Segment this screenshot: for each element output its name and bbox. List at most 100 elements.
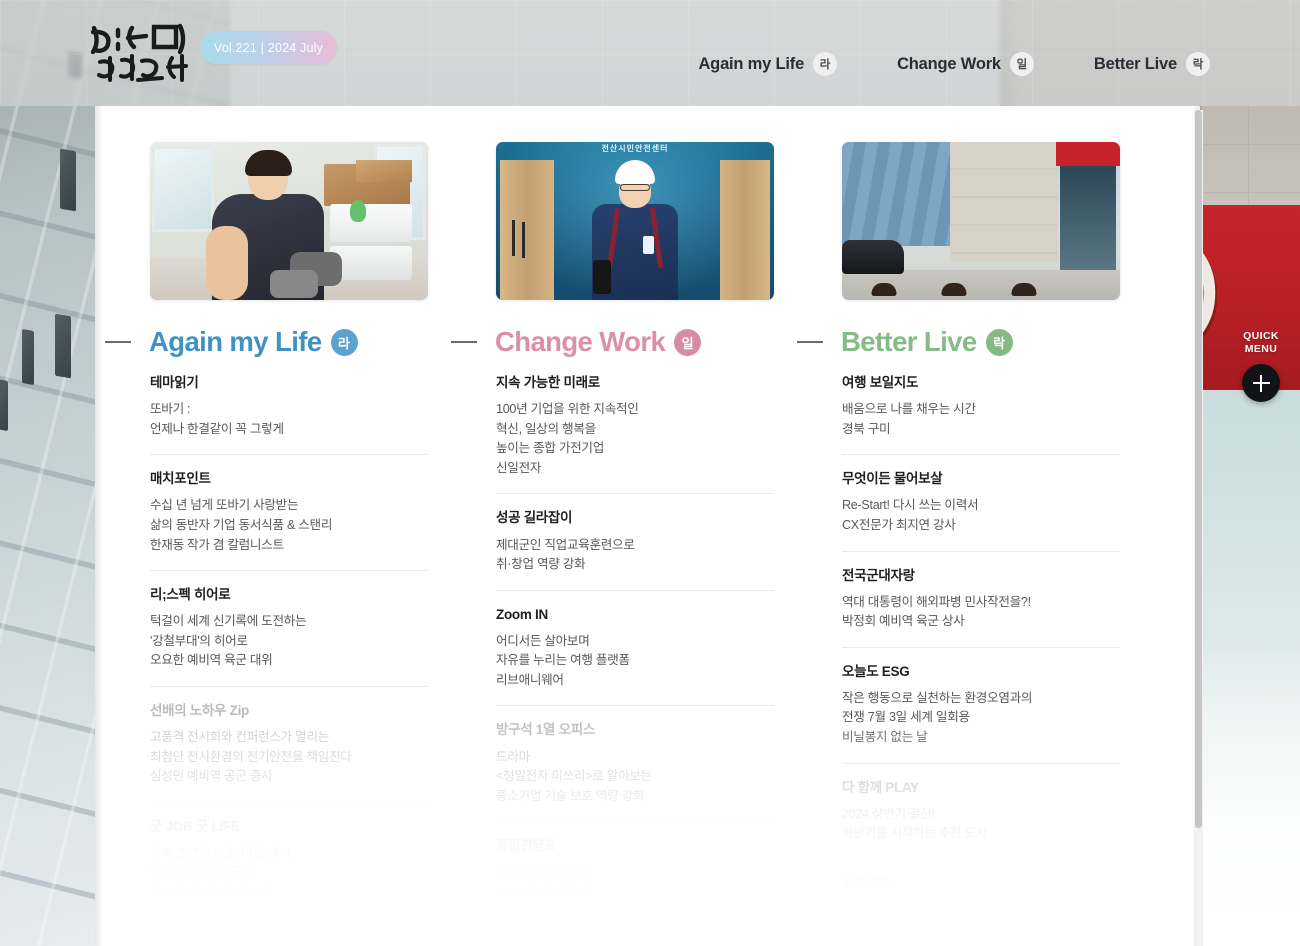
article-line: 혁신, 일상의 행복을 — [496, 421, 596, 436]
site-header: Vol.221 | 2024 July Again my Life 라 Chan… — [0, 0, 1300, 106]
article-line: 자유를 누리는 여행 플랫폼 — [496, 653, 630, 668]
article-title: 굿 JOB 굿 LIFE — [150, 818, 240, 834]
article-line: 유튜브가 도와줄게! — [496, 884, 593, 899]
quick-menu-label: QUICK MENU — [1243, 330, 1279, 356]
article-description: 역대 대통령이 해외파병 민사작전을?! 박정회 예비역 육군 상사 — [842, 593, 1120, 632]
article-line: 完生(완생)을 꿈꾸다 — [150, 865, 254, 880]
column-thumbnail-again-my-life[interactable] — [150, 142, 428, 300]
section-badge: 라 — [330, 328, 358, 356]
article-line: 어디서든 살아보며 — [496, 633, 590, 648]
article-item[interactable]: 방구석 1열 오피스 드라마 <청일전자 미쓰리>로 알아보는 중소기업 기술 … — [496, 721, 774, 823]
nav-item-again-my-life[interactable]: Again my Life 라 — [698, 52, 838, 76]
article-item[interactable]: 테마읽기 또바기 : 언제나 한결같이 꼭 그렇게 — [150, 374, 428, 456]
page-scrollbar[interactable] — [1194, 110, 1203, 946]
article-item[interactable]: 오늘도 ESG 작은 행동으로 실천하는 환경오염과의 전쟁 7월 3일 세계 … — [842, 663, 1120, 764]
article-line: 중소기업 기술 보호 역량 강화 — [496, 788, 645, 803]
article-description: 100년 기업을 위한 지속적인 혁신, 일상의 행복을 높이는 종합 가전기업… — [496, 400, 774, 478]
article-line: 작은 행동으로 실천하는 환경오염과의 — [842, 690, 1033, 705]
article-item[interactable]: 다 함께 PLAY 2024 상반기 결산! 하반기를 시작하는 추천 도서 — [842, 779, 1120, 860]
article-line: 리브애니웨어 — [496, 672, 564, 687]
quick-menu-plus-icon[interactable] — [1242, 364, 1280, 403]
article-line: 또바기 : — [150, 402, 191, 417]
article-title: 지속 가능한 미래로 — [496, 375, 600, 390]
article-title: Zoom IN — [496, 606, 548, 622]
main-navigation: Again my Life 라 Change Work 일 Better Liv… — [698, 52, 1210, 76]
article-description: 턱걸이 세계 신기록에 도전하는 '강철부대'의 히어로 오요한 예비역 육군 … — [150, 612, 428, 671]
article-description: Re-Start! 다시 쓰는 이력서 CX전문가 최지연 강사 — [842, 496, 1120, 535]
section-title: Better Live — [841, 326, 977, 357]
article-line: 오요한 예비역 육군 대위 — [150, 653, 273, 668]
nav-item-better-live[interactable]: Better Live 락 — [1094, 52, 1210, 76]
quick-menu-label-line2: MENU — [1244, 343, 1278, 356]
column-better-live: Better Live 락 여행 보일지도 배움으로 나를 채우는 시간 경북 … — [797, 142, 1120, 946]
issue-columns: Again my Life 라 테마읽기 또바기 : 언제나 한결같이 꼭 그렇… — [95, 106, 1200, 946]
article-description: 내 꿈은 '내 집 마련', 유튜브가 도와줄게! 부동산 정보 유튜브 추천 — [496, 863, 774, 922]
article-line: 신일전자 — [496, 460, 542, 475]
column-thumbnail-change-work[interactable]: 전산시민안전센터 — [496, 142, 774, 300]
quick-menu-label-line1: QUICK — [1243, 330, 1279, 342]
article-title: 성공 길라잡이 — [496, 510, 573, 526]
article-line: 비닐봉지 없는 날 — [842, 730, 928, 744]
article-item[interactable]: 전국군대자랑 역대 대통령이 해외파병 민사작전을?! 박정회 예비역 육군 상… — [842, 567, 1120, 648]
article-line: '강철부대'의 히어로 — [150, 633, 248, 648]
article-list-again-my-life: 테마읽기 또바기 : 언제나 한결같이 꼭 그렇게 매치포인트 수십 년 넘게 … — [150, 374, 428, 917]
article-line: 수십 년 넘게 또바기 사랑받는 — [150, 498, 299, 513]
quick-menu: QUICK MENU — [1230, 330, 1292, 403]
heading-rule — [451, 341, 477, 343]
article-item[interactable]: Zoom IN 어디서든 살아보며 자유를 누리는 여행 플랫폼 리브애니웨어 — [496, 606, 774, 707]
nav-badge: 라 — [813, 52, 838, 76]
article-item[interactable]: 선배의 노하우 Zip 고품격 전시회와 컨퍼런스가 열리는 최첨단 전시환경의… — [150, 702, 428, 803]
article-line: 역대 대통령이 해외파병 민사작전을?! — [842, 594, 1031, 609]
column-again-my-life: Again my Life 라 테마읽기 또바기 : 언제나 한결같이 꼭 그렇… — [105, 142, 428, 946]
site-logo[interactable] — [88, 22, 198, 84]
article-line: 부동산 정보 유튜브 추천 — [496, 904, 619, 919]
article-line: 박정회 예비역 육군 상사 — [842, 614, 965, 629]
article-description: 수십 년 넘게 또바기 사랑받는 삶의 동반자 기업 동서식품 & 스탠리 한재… — [150, 496, 428, 555]
section-badge: 일 — [674, 328, 702, 356]
article-item[interactable]: 굿 JOB 굿 LIFE 사회 초년생 未生(미생)에서 完生(완생)을 꿈꾸다… — [150, 818, 428, 918]
article-title: 테마읽기 — [150, 375, 199, 390]
article-item[interactable]: 리;스펙 히어로 턱걸이 세계 신기록에 도전하는 '강철부대'의 히어로 오요… — [150, 586, 428, 687]
article-line: CX전문가 최지연 강사 — [842, 517, 956, 532]
nav-badge: 락 — [1186, 52, 1210, 76]
article-line: 배움으로 나를 채우는 시간 — [842, 402, 976, 417]
nav-item-change-work[interactable]: Change Work 일 — [897, 52, 1034, 76]
article-description: 배움으로 나를 채우는 시간 경북 구미 — [842, 400, 1120, 439]
section-badge: 락 — [985, 328, 1013, 356]
article-item[interactable]: 무엇이든 물어보살 Re-Start! 다시 쓰는 이력서 CX전문가 최지연 … — [842, 470, 1120, 552]
article-line: 고품격 전시회와 컨퍼런스가 열리는 — [150, 730, 329, 744]
article-description: 사회 초년생 未生(미생)에서 完生(완생)을 꿈꾸다 주동신 예비역 육군 중… — [150, 844, 428, 903]
article-line: 전쟁 7월 3일 세계 일회용 — [842, 710, 970, 725]
article-description: 고품격 전시회와 컨퍼런스가 열리는 최첨단 전시환경의 전기안전을 책임진다 … — [150, 728, 428, 787]
article-item[interactable]: 독자퀴즈 이 달의 퀴즈 — [842, 875, 1120, 937]
nav-badge: 일 — [1009, 52, 1034, 76]
article-line: 내 꿈은 '내 집 마련', — [496, 865, 596, 880]
article-item[interactable]: 매치포인트 수십 년 넘게 또바기 사랑받는 삶의 동반자 기업 동서식품 & … — [150, 470, 428, 572]
article-item[interactable]: 꿀팁전당포 내 꿈은 '내 집 마련', 유튜브가 도와줄게! 부동산 정보 유… — [496, 837, 774, 937]
article-line: 하반기를 시작하는 추천 도서 — [842, 826, 988, 841]
column-change-work: 전산시민안전센터 Change Work 일 지속 가능한 미래로 100년 기… — [451, 142, 774, 946]
article-title: 오늘도 ESG — [842, 663, 910, 679]
article-line: 경북 구미 — [842, 421, 891, 436]
section-heading-again-my-life: Again my Life 라 — [105, 326, 428, 358]
article-item[interactable]: 성공 길라잡이 제대군인 직업교육훈련으로 취·창업 역량 강화 — [496, 509, 774, 591]
article-item[interactable]: 여행 보일지도 배움으로 나를 채우는 시간 경북 구미 — [842, 374, 1120, 456]
article-line: 제대군인 직업교육훈련으로 — [496, 537, 635, 552]
article-title: 독자퀴즈 — [842, 875, 891, 891]
article-description: 작은 행동으로 실천하는 환경오염과의 전쟁 7월 3일 세계 일회용 비닐봉지… — [842, 689, 1120, 748]
article-title: 매치포인트 — [150, 471, 211, 487]
article-line: 취·창업 역량 강화 — [496, 557, 586, 572]
article-list-change-work: 지속 가능한 미래로 100년 기업을 위한 지속적인 혁신, 일상의 행복을 … — [496, 374, 774, 937]
content-panel: Again my Life 라 테마읽기 또바기 : 언제나 한결같이 꼭 그렇… — [95, 106, 1200, 946]
article-line: 삶의 동반자 기업 동서식품 & 스탠리 — [150, 517, 333, 532]
scrollbar-thumb[interactable] — [1195, 110, 1202, 828]
article-title: 다 함께 PLAY — [842, 779, 919, 795]
article-title: 방구석 1열 오피스 — [496, 722, 595, 738]
article-line: 심성민 예비역 공군 중사 — [150, 769, 273, 784]
article-description: 제대군인 직업교육훈련으로 취·창업 역량 강화 — [496, 536, 774, 575]
nav-label: Again my Life — [698, 54, 805, 73]
article-item[interactable]: 지속 가능한 미래로 100년 기업을 위한 지속적인 혁신, 일상의 행복을 … — [496, 374, 774, 495]
column-thumbnail-better-live[interactable] — [842, 142, 1120, 300]
article-description: 2024 상반기 결산! 하반기를 시작하는 추천 도서 — [842, 805, 1120, 844]
article-description: 이 달의 퀴즈 — [842, 901, 1120, 921]
